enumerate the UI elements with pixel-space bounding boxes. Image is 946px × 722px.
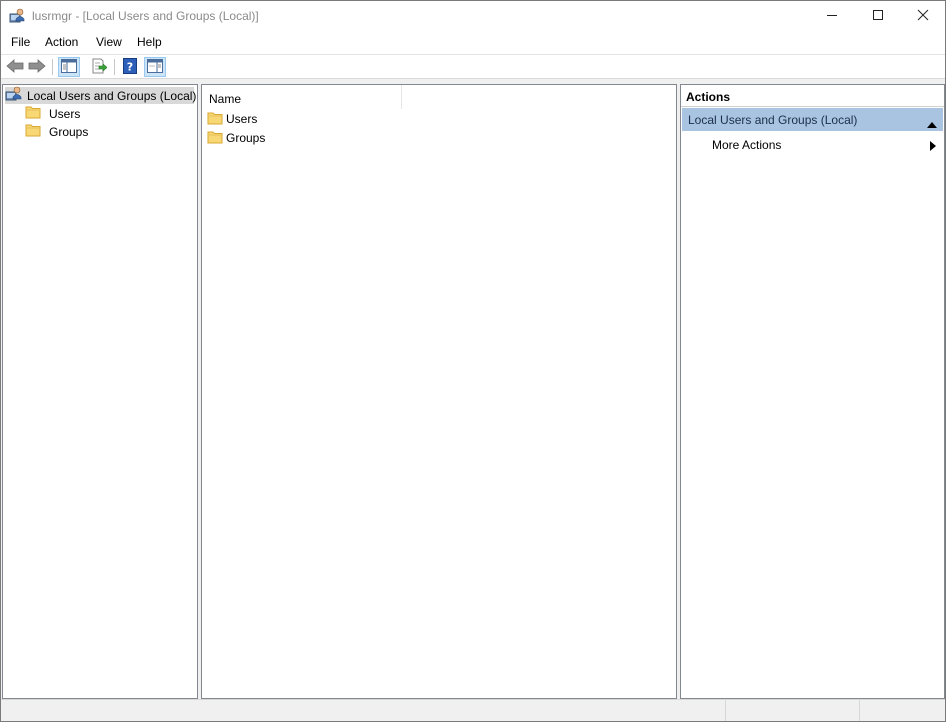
folder-icon — [207, 130, 223, 147]
forward-button[interactable] — [26, 57, 48, 77]
folder-icon — [25, 105, 41, 122]
toolbar-separator — [52, 59, 53, 75]
menu-view[interactable]: View — [96, 35, 122, 49]
back-button[interactable] — [4, 57, 26, 77]
toolbar-separator — [114, 59, 115, 75]
help-button[interactable]: ? — [119, 57, 141, 77]
export-list-button[interactable] — [88, 57, 110, 77]
list-item-label: Users — [226, 112, 258, 126]
maximize-icon — [872, 9, 884, 24]
column-header-name[interactable]: Name — [202, 85, 402, 109]
menu-file[interactable]: File — [11, 35, 30, 49]
more-actions-label: More Actions — [712, 138, 782, 152]
maximize-button[interactable] — [855, 1, 901, 32]
list-item-label: Groups — [226, 131, 266, 145]
status-divider — [859, 700, 860, 721]
result-list-pane[interactable]: Name Users Groups — [201, 84, 677, 699]
tree-item-groups[interactable]: Groups — [25, 123, 88, 140]
export-list-icon — [91, 58, 108, 77]
folder-icon — [25, 123, 41, 140]
tree-item-label: Groups — [49, 124, 89, 139]
actions-title-label: Actions — [686, 90, 731, 104]
lusrmgr-app-icon — [9, 8, 26, 24]
tree-item-users[interactable]: Users — [25, 105, 80, 122]
list-item-users[interactable]: Users — [207, 110, 257, 128]
menu-help[interactable]: Help — [137, 35, 162, 49]
status-bar — [1, 699, 945, 721]
folder-icon — [207, 111, 223, 128]
lusrmgr-window: lusrmgr - [Local Users and Groups (Local… — [0, 0, 946, 722]
tree-item-local-users-and-groups[interactable]: Local Users and Groups (Local) — [5, 86, 197, 105]
show-hide-console-tree-button[interactable] — [58, 57, 80, 77]
close-icon — [917, 9, 929, 24]
actions-pane: Actions Local Users and Groups (Local) M… — [680, 84, 945, 699]
column-header-label: Name — [209, 92, 242, 106]
tree-item-label: Users — [49, 106, 81, 121]
more-actions-item[interactable]: More Actions — [681, 135, 944, 155]
show-hide-action-pane-icon — [147, 58, 163, 76]
tree-item-label: Local Users and Groups (Local) — [27, 88, 197, 103]
actions-title: Actions — [681, 85, 944, 107]
help-icon: ? — [123, 57, 137, 77]
back-arrow-icon — [6, 58, 24, 76]
computer-users-icon — [5, 86, 23, 105]
minimize-button[interactable] — [809, 1, 855, 32]
forward-arrow-icon — [28, 58, 46, 76]
show-hide-action-pane-button[interactable] — [144, 57, 166, 77]
collapse-up-icon[interactable] — [927, 117, 937, 131]
svg-text:?: ? — [127, 60, 133, 73]
console-tree-pane[interactable]: Local Users and Groups (Local) Users Gro… — [2, 84, 198, 699]
minimize-icon — [826, 9, 838, 24]
show-hide-console-tree-icon — [61, 58, 77, 76]
close-button[interactable] — [900, 1, 945, 32]
menu-action[interactable]: Action — [45, 35, 78, 49]
menu-bar: File Action View Help — [1, 32, 945, 54]
actions-section-label: Local Users and Groups (Local) — [688, 113, 858, 127]
actions-section-header[interactable]: Local Users and Groups (Local) — [682, 108, 943, 131]
submenu-arrow-icon — [930, 140, 936, 154]
title-bar[interactable]: lusrmgr - [Local Users and Groups (Local… — [1, 1, 945, 32]
status-divider — [725, 700, 726, 721]
list-item-groups[interactable]: Groups — [207, 129, 265, 147]
toolbar: ? — [1, 54, 945, 79]
window-title: lusrmgr - [Local Users and Groups (Local… — [32, 9, 259, 23]
